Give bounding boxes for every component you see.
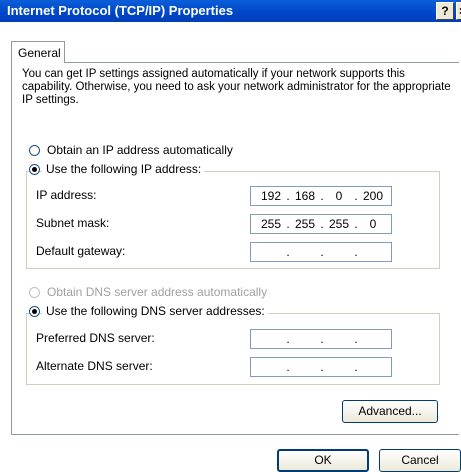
default-gateway-label: Default gateway: xyxy=(36,244,126,258)
subnet-mask-label: Subnet mask: xyxy=(36,216,110,230)
window-title: Internet Protocol (TCP/IP) Properties xyxy=(7,3,234,18)
use-following-dns-radio[interactable] xyxy=(29,306,40,317)
title-bar[interactable]: Internet Protocol (TCP/IP) Properties ? … xyxy=(0,0,461,22)
use-following-dns-label[interactable]: Use the following DNS server addresses: xyxy=(42,304,268,318)
tab-general[interactable]: General xyxy=(11,41,65,63)
obtain-dns-auto-label[interactable]: Obtain DNS server address automatically xyxy=(47,285,267,299)
alternate-dns-input[interactable]: . . . xyxy=(250,357,392,377)
ip-address-input[interactable]: 192 . 168 . 0 . 200 xyxy=(250,186,392,206)
preferred-dns-label: Preferred DNS server: xyxy=(36,331,155,345)
ok-button[interactable]: OK xyxy=(277,449,369,472)
obtain-ip-auto-radio[interactable] xyxy=(29,145,40,156)
cancel-button[interactable]: Cancel xyxy=(379,449,461,472)
obtain-dns-auto-radio[interactable] xyxy=(29,287,40,298)
default-gateway-input[interactable]: . . . xyxy=(250,242,392,262)
preferred-dns-input[interactable]: . . . xyxy=(250,329,392,349)
close-button[interactable]: × xyxy=(456,2,461,20)
use-following-ip-radio[interactable] xyxy=(29,164,40,175)
intro-text: You can get IP settings assigned automat… xyxy=(22,68,451,106)
help-button[interactable]: ? xyxy=(436,2,454,20)
alternate-dns-label: Alternate DNS server: xyxy=(36,359,153,373)
advanced-button[interactable]: Advanced... xyxy=(342,400,438,423)
obtain-ip-auto-label[interactable]: Obtain an IP address automatically xyxy=(47,143,233,157)
use-following-ip-label[interactable]: Use the following IP address: xyxy=(42,162,205,176)
subnet-mask-input[interactable]: 255 . 255 . 255 . 0 xyxy=(250,214,392,234)
ip-address-label: IP address: xyxy=(36,188,97,202)
